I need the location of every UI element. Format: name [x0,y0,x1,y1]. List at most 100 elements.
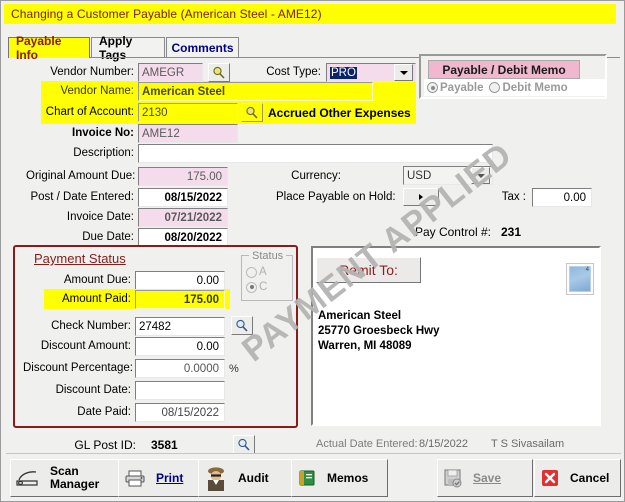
save-button[interactable]: Save [437,459,533,497]
actual-date-entered-value: 8/15/2022 [419,438,468,450]
vendor-name-label: Vendor Name: [60,85,134,97]
place-payable-on-hold-label: Place Payable on Hold: [276,191,396,203]
remit-address: American Steel 25770 Groesbeck Hwy Warre… [318,310,440,352]
tax-label: Tax : [501,191,526,203]
status-option-c-row: C [246,280,290,294]
book-icon [292,469,322,487]
memos-button[interactable]: Memos [291,459,388,497]
print-button[interactable]: Print [118,459,203,497]
debit-memo-radio[interactable] [489,82,501,93]
chart-of-account-label: Chart of Account: [45,106,134,118]
discount-percentage-input[interactable]: 0.0000 [135,359,225,378]
vendor-number-label: Vendor Number: [50,66,134,78]
percent-sign-label: % [229,363,239,375]
audit-button-label: Audit [238,470,269,485]
tab-payable-info[interactable]: Payable Info [8,34,90,62]
due-date-label: Due Date: [82,231,134,243]
payable-debit-memo-options: Payable Debit Memo [424,79,605,96]
remit-to-button[interactable]: Remit To: [316,257,421,283]
status-option-a-row: A [246,265,290,279]
gl-post-id-value: 3581 [151,438,178,452]
discount-date-input[interactable] [135,381,225,400]
payable-window: Changing a Customer Payable (American St… [0,0,625,502]
debit-memo-radio-label: Debit Memo [502,81,568,94]
tax-input[interactable]: 0.00 [532,188,592,207]
pay-control-label: Pay Control #: [414,225,491,239]
actual-date-entered-label: Actual Date Entered: [316,438,418,450]
cost-type-combo[interactable]: PRO [326,63,416,82]
place-payable-on-hold-button[interactable] [403,188,439,206]
scan-manager-line1: Scan [50,464,79,478]
tab-comments-label: Comments [171,40,234,55]
amount-paid-input[interactable]: 175.00 [135,290,225,309]
window-title: Changing a Customer Payable (American St… [11,7,322,21]
original-amount-due-label: Original Amount Due: [26,170,136,182]
save-button-label: Save [473,470,502,485]
scan-manager-button[interactable]: Scan Manager [10,459,124,497]
invoice-no-label: Invoice No: [72,127,134,139]
chevron-down-icon[interactable] [394,64,413,81]
currency-value: USD [407,169,432,182]
gl-post-id-label: GL Post ID: [74,438,136,452]
discount-date-label: Discount Date: [55,384,131,396]
cancel-button[interactable]: Cancel [534,459,621,497]
window-title-bar: Changing a Customer Payable (American St… [4,4,616,24]
status-a-label: A [259,266,267,278]
invoice-no-input[interactable]: AME12 [138,124,238,143]
payable-radio[interactable] [427,82,438,93]
cancel-button-label: Cancel [570,470,610,485]
close-icon [535,468,565,488]
document-thumbnail-icon[interactable] [566,263,594,295]
discount-amount-label: Discount Amount: [40,340,131,352]
date-paid-input[interactable]: 08/15/2022 [135,403,225,422]
amount-due-label: Amount Due: [63,274,131,286]
payment-status-title: Payment Status [34,251,126,266]
detective-icon [199,465,233,491]
pay-control-value: 231 [501,225,522,239]
printer-icon [119,469,151,487]
gl-post-id-lookup-icon[interactable] [233,435,255,454]
chart-of-account-lookup-icon[interactable] [241,103,263,122]
currency-combo[interactable]: USD [403,166,493,185]
invoice-date-value: 07/21/2022 [138,208,228,227]
scanner-icon [11,469,45,487]
status-c-radio[interactable] [246,281,257,293]
discount-percentage-label: Discount Percentage: [23,362,133,374]
original-amount-due-value: 175.00 [138,167,228,186]
cost-type-label: Cost Type: [266,66,321,78]
vendor-name-input[interactable]: American Steel [138,82,373,101]
scan-manager-line2: Manager [50,477,100,491]
tab-comments[interactable]: Comments [166,37,239,57]
audit-button[interactable]: Audit [198,459,295,497]
memos-button-label: Memos [327,470,369,485]
check-number-label: Check Number: [51,320,131,332]
vendor-number-input[interactable]: AMEGR [138,63,203,82]
chevron-down-icon[interactable] [471,167,490,184]
check-number-lookup-icon[interactable] [231,316,253,335]
description-label: Description: [73,147,134,159]
amount-due-input[interactable]: 0.00 [135,271,225,290]
status-a-radio[interactable] [246,266,257,278]
invoice-date-label: Invoice Date: [66,211,134,223]
chart-of-account-description: Accrued Other Expenses [268,106,411,120]
user-name-label: T S Sivasailam [491,438,565,450]
status-group-legend: Status [249,250,287,262]
save-disk-icon [438,468,468,488]
chart-of-account-input[interactable]: 2130 [138,103,238,122]
payable-debit-memo-title: Payable / Debit Memo [428,60,580,79]
description-input[interactable] [138,144,493,163]
currency-label: Currency: [291,170,341,182]
discount-amount-input[interactable]: 0.00 [135,337,225,356]
amount-paid-label: Amount Paid: [61,293,131,305]
print-button-label: Print [156,470,184,485]
vendor-number-lookup-icon[interactable] [208,63,230,82]
tab-payable-info-label: Payable Info [16,34,62,62]
cost-type-value: PRO [330,66,357,79]
tab-apply-tags[interactable]: Apply Tags [91,34,165,62]
date-paid-label: Date Paid: [77,406,131,418]
post-date-entered-input[interactable]: 08/15/2022 [138,188,228,207]
post-date-entered-label: Post / Date Entered: [30,191,134,203]
status-c-label: C [259,281,268,293]
check-number-input[interactable]: 27482 [135,317,225,336]
payable-radio-label: Payable [440,81,484,94]
